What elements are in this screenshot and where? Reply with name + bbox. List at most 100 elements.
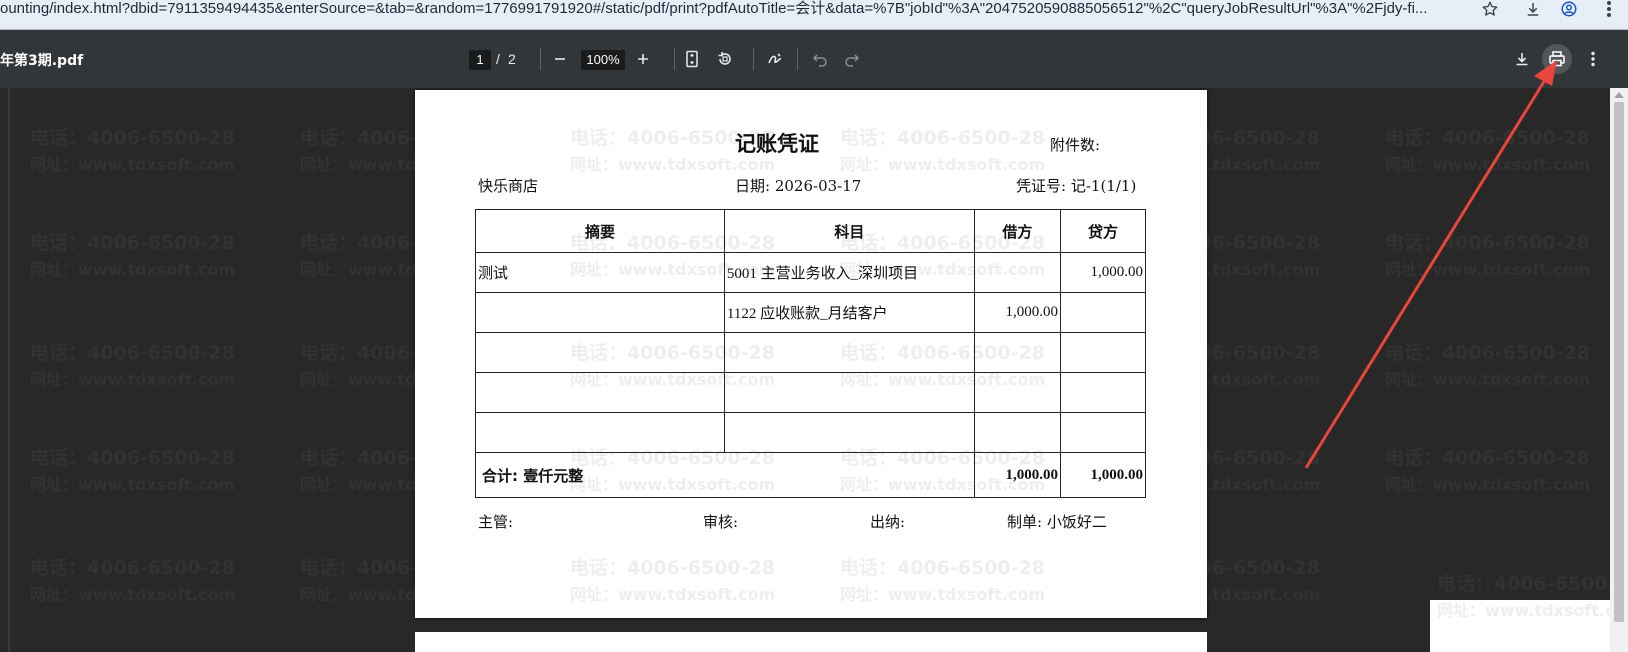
table-header-row: 摘要 科目 借方 贷方 xyxy=(475,209,1147,253)
scroll-thumb[interactable] xyxy=(1614,102,1624,622)
annotate-button[interactable] xyxy=(760,44,790,74)
row-account: 1122 应收账款_月结客户 xyxy=(723,292,975,333)
voucher-no-value: 记-1(1/1) xyxy=(1070,177,1137,195)
watermark: 电话：4006-6500-28 网址：www.tdxsoft.com xyxy=(30,447,236,494)
table-row xyxy=(475,332,1147,373)
row-debit xyxy=(973,372,1061,413)
row-summary: 测试 xyxy=(475,252,725,293)
preparer-name: 小饭好二 xyxy=(1046,513,1107,531)
redo-icon xyxy=(845,54,860,67)
rotate-icon xyxy=(718,52,731,65)
vertical-scrollbar[interactable] xyxy=(1610,88,1628,652)
signature-row: 主管: 审核: 出纳: 制单: 小饭好二 xyxy=(415,511,1207,533)
row-summary xyxy=(475,332,725,373)
row-credit xyxy=(1059,332,1147,373)
page-number-input[interactable] xyxy=(469,50,491,70)
rotate-button[interactable] xyxy=(710,44,740,74)
scroll-up-arrow[interactable] xyxy=(1614,92,1624,98)
star-icon[interactable] xyxy=(1478,0,1502,20)
watermark: 电话：4006-6500-28 网址：www.tdxsoft.com xyxy=(30,127,236,174)
watermark: 电话：4006-6500-28 网址：www.tdxsoft.com xyxy=(840,557,1046,604)
row-credit: 1,000.00 xyxy=(1059,252,1147,293)
page-separator: / xyxy=(496,51,500,67)
profile-icon[interactable] xyxy=(1557,0,1581,20)
zoom-out-button[interactable] xyxy=(545,44,575,74)
supervisor-label: 主管: xyxy=(478,513,514,531)
minus-icon xyxy=(555,58,565,60)
zoom-in-button[interactable] xyxy=(628,44,658,74)
header-credit: 贷方 xyxy=(1059,209,1147,253)
total-credit: 1,000.00 xyxy=(1059,452,1147,498)
voucher-no-label: 凭证号: xyxy=(1016,177,1067,195)
attachments-label: 附件数: xyxy=(1050,136,1101,154)
browser-address-bar: ounting/index.html?dbid=7911359494435&en… xyxy=(0,0,1628,30)
row-account xyxy=(723,372,975,413)
pdf-file-title: 年第3期.pdf xyxy=(0,53,84,69)
print-button[interactable] xyxy=(1542,44,1572,74)
total-debit: 1,000.00 xyxy=(973,452,1061,498)
watermark: 电话：4006-6500-28 网址：www.tdxsoft.com xyxy=(840,127,1046,174)
company-name: 快乐商店 xyxy=(478,177,539,195)
table-row: 测试 5001 主营业务收入_深圳项目 1,000.00 xyxy=(475,252,1147,293)
watermark: 电话：4006-6500-28 网址：www.tdxsoft.com xyxy=(30,342,236,389)
pdf-page-1: 电话：4006-6500-28 网址：www.tdxsoft.com 电话：400… xyxy=(415,90,1207,618)
watermark: 电话：4006-6500-28 网址：www.tdxsoft.com xyxy=(1385,232,1591,279)
row-credit xyxy=(1059,412,1147,453)
pdf-viewer-area[interactable]: 电话：4006-6500-28 网址：www.tdxsoft.com 电话：400… xyxy=(0,88,1628,652)
download-icon[interactable] xyxy=(1521,0,1545,20)
row-summary xyxy=(475,372,725,413)
row-debit: 1,000.00 xyxy=(973,292,1061,333)
table-row: 1122 应收账款_月结客户 1,000.00 xyxy=(475,292,1147,333)
watermark: 电话：4006-6500-28 网址：www.tdxsoft.com xyxy=(570,557,776,604)
watermark: 电话：4006-6500-28 网址：www.tdxsoft.com xyxy=(1385,127,1591,174)
zoom-input[interactable] xyxy=(581,50,625,70)
total-row: 合计: 壹仟元整 1,000.00 1,000.00 xyxy=(475,452,1147,498)
toolbar-divider xyxy=(797,48,798,70)
header-account: 科目 xyxy=(723,209,975,253)
more-actions-button[interactable] xyxy=(1578,44,1608,74)
watermark: 电话：4006-6500-28 网址：www.tdxsoft.com xyxy=(30,557,236,604)
redo-button[interactable] xyxy=(837,44,867,74)
preparer-label: 制单: xyxy=(1007,513,1043,531)
row-debit xyxy=(973,412,1061,453)
voucher-table: 摘要 科目 借方 贷方 测试 5001 主营业务收入_深圳项目 1,000.00… xyxy=(475,209,1147,498)
pdf-page-2 xyxy=(415,632,1207,652)
undo-icon xyxy=(812,54,827,67)
viewer-left-edge xyxy=(8,88,10,652)
row-credit xyxy=(1059,372,1147,413)
address-url[interactable]: ounting/index.html?dbid=7911359494435&en… xyxy=(0,0,1465,18)
pdf-toolbar: 年第3期.pdf / 2 xyxy=(0,30,1628,88)
date-value: 2026-03-17 xyxy=(774,177,862,195)
row-account xyxy=(723,332,975,373)
undo-button[interactable] xyxy=(805,44,835,74)
fit-page-button[interactable] xyxy=(677,44,707,74)
pen-icon xyxy=(768,53,782,64)
table-row xyxy=(475,412,1147,453)
voucher-date: 日期: 2026-03-17 xyxy=(735,175,861,196)
date-label: 日期: xyxy=(735,177,771,195)
plus-icon xyxy=(638,54,648,64)
toolbar-divider xyxy=(540,48,541,70)
header-debit: 借方 xyxy=(973,209,1061,253)
row-account: 5001 主营业务收入_深圳项目 xyxy=(723,252,975,293)
page-total: 2 xyxy=(508,51,516,67)
total-label: 合计: 壹仟元整 xyxy=(475,452,975,498)
row-summary xyxy=(475,292,725,333)
download-icon xyxy=(1516,53,1528,66)
fit-page-icon xyxy=(686,50,698,68)
header-summary: 摘要 xyxy=(475,209,725,253)
auditor-label: 审核: xyxy=(703,513,739,531)
watermark: 电话：4006-6500-28 网址：www.tdxsoft.com xyxy=(1385,447,1591,494)
browser-menu-icon[interactable] xyxy=(1597,0,1621,20)
overlay-panel: 电话：4006-6500-28 网址：www.tdxsoft.com xyxy=(1430,574,1628,652)
more-vert-icon xyxy=(1591,51,1595,67)
print-icon xyxy=(1549,51,1565,67)
table-row xyxy=(475,372,1147,413)
row-debit xyxy=(973,332,1061,373)
voucher-number: 凭证号: 记-1(1/1) xyxy=(1016,175,1136,196)
toolbar-divider xyxy=(753,48,754,70)
row-account xyxy=(723,412,975,453)
voucher-title: 记账凭证 xyxy=(735,132,819,156)
download-button[interactable] xyxy=(1507,44,1537,74)
watermark: 电话：4006-6500-28 网址：www.tdxsoft.com xyxy=(1437,573,1628,620)
